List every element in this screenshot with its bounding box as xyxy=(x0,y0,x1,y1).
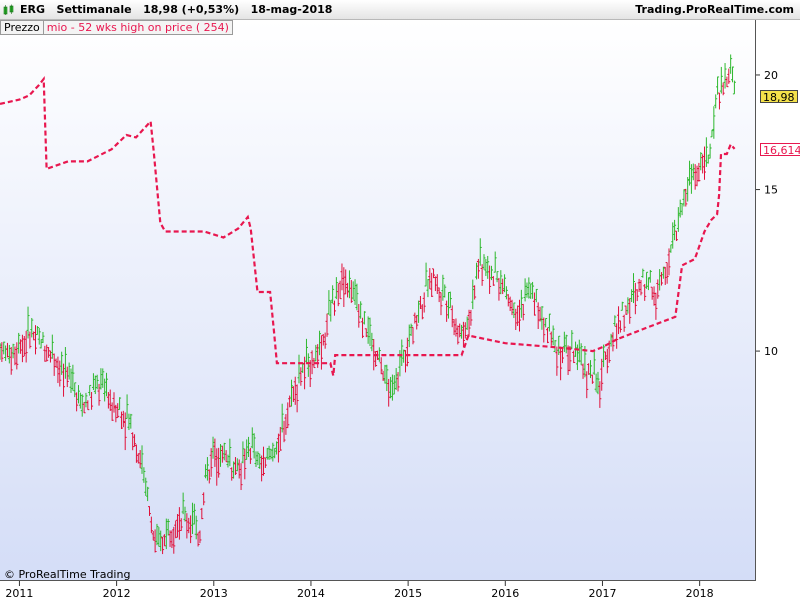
y-tick-label: 20 xyxy=(764,69,778,82)
x-tick-label: 2015 xyxy=(394,587,422,600)
symbol: ERG xyxy=(20,3,46,16)
x-tick-label: 2012 xyxy=(103,587,131,600)
candlestick-icon xyxy=(3,4,14,15)
timeframe: Settimanale xyxy=(56,3,132,16)
x-tick-label: 2016 xyxy=(491,587,519,600)
x-tick-label: 2014 xyxy=(297,587,325,600)
indicator-value-tag: 16,614 xyxy=(760,142,800,157)
y-tick-label: 15 xyxy=(764,184,778,197)
x-tick-label: 2018 xyxy=(686,587,714,600)
last-price-change: 18,98 (+0,53%) xyxy=(143,3,240,16)
chart-date: 18-mag-2018 xyxy=(250,3,333,16)
legend-indicator[interactable]: mio - 52 wks high on price ( 254) xyxy=(44,21,232,34)
legend-price[interactable]: Prezzo xyxy=(1,21,44,34)
y-tick-label: 10 xyxy=(764,345,778,358)
instrument-info: ERG Settimanale 18,98 (+0,53%) 18-mag-20… xyxy=(20,3,332,16)
x-tick-label: 2011 xyxy=(5,587,33,600)
provider-label: Trading.ProRealTime.com xyxy=(635,3,794,16)
x-tick-label: 2013 xyxy=(200,587,228,600)
copyright: © ProRealTime Trading xyxy=(4,568,131,581)
chart-title-bar: ERG Settimanale 18,98 (+0,53%) 18-mag-20… xyxy=(0,0,800,20)
price-chart[interactable]: 10 15 20 2011 2012 2013 2014 2015 2016 2017 2018 xyxy=(0,0,800,600)
chart-legend[interactable]: Prezzo mio - 52 wks high on price ( 254) xyxy=(0,20,233,35)
last-price-tag: 18,98 xyxy=(760,89,798,104)
x-tick-label: 2017 xyxy=(588,587,616,600)
